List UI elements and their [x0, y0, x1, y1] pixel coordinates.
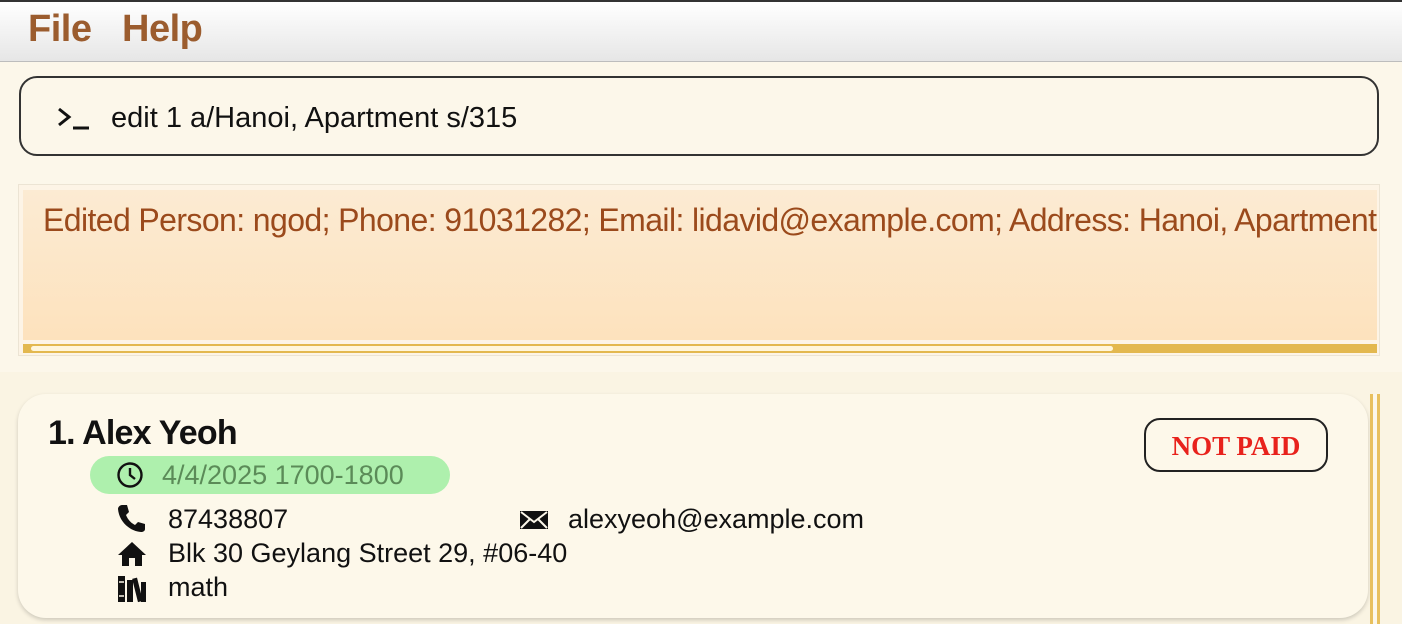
menu-help[interactable]: Help — [122, 8, 203, 51]
person-name: 1. Alex Yeoh — [48, 414, 238, 452]
menu-bar: File Help — [0, 0, 1402, 62]
command-input[interactable]: edit 1 a/Hanoi, Apartment s/315 — [111, 102, 517, 135]
menu-file[interactable]: File — [28, 8, 92, 51]
terminal-prompt-icon — [58, 107, 89, 130]
result-display: Edited Person: ngod; Phone: 91031282; Em… — [18, 184, 1380, 356]
mail-icon — [520, 511, 548, 529]
address-text: Blk 30 Geylang Street 29, #06-40 — [168, 538, 568, 568]
clock-icon — [117, 462, 143, 488]
result-scrollbar-thumb[interactable] — [31, 346, 1113, 351]
email-text: alexyeoh@example.com — [568, 504, 865, 534]
schedule-text: 4/4/2025 1700-1800 — [162, 460, 404, 490]
result-horizontal-scrollbar[interactable] — [23, 344, 1377, 353]
result-text-area[interactable]: Edited Person: ngod; Phone: 91031282; Em… — [23, 190, 1377, 340]
payment-status-badge: NOT PAID — [1144, 418, 1328, 472]
phone-icon — [118, 505, 145, 532]
books-icon — [118, 576, 146, 603]
schedule-tag: 4/4/2025 1700-1800 — [90, 456, 450, 494]
home-icon — [118, 542, 146, 566]
command-box[interactable]: edit 1 a/Hanoi, Apartment s/315 — [19, 76, 1379, 156]
subject-text: math — [168, 572, 229, 602]
phone-text: 87438807 — [168, 504, 289, 534]
result-message: Edited Person: ngod; Phone: 91031282; Em… — [43, 202, 1377, 238]
person-card[interactable]: 1. Alex Yeoh 4/4/2025 1700-1800 87438807… — [18, 394, 1368, 618]
list-vertical-scrollbar[interactable] — [1370, 394, 1380, 624]
